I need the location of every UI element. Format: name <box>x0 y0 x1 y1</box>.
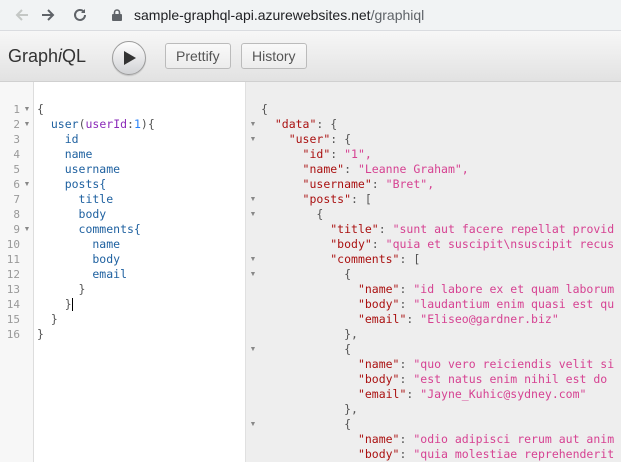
fold-arrow-icon[interactable]: ▼ <box>249 132 257 147</box>
result-line: "name": "id labore ex et quam laborum <box>357 282 615 296</box>
line-number-gutter: 1 2 3 4 5 6 7 8 9 10 11 12 13 14 15 16 ▼… <box>0 82 34 462</box>
url-host: sample-graphql-api.azurewebsites.net <box>134 7 371 23</box>
line-number: 7 <box>13 193 20 206</box>
result-line: "body": "laudantium enim quasi est qu <box>357 297 615 311</box>
query-line: name <box>37 237 121 251</box>
line-number: 5 <box>13 163 20 176</box>
text-cursor <box>72 298 73 311</box>
graphiql-logo: GraphiQL <box>8 46 86 67</box>
line-number: 1 <box>13 103 20 116</box>
line-number: 2 <box>13 118 20 131</box>
query-line: user(userId:1){ <box>50 117 155 131</box>
fold-arrow-icon[interactable]: ▼ <box>23 102 31 117</box>
query-line: title <box>37 192 114 206</box>
result-line: { <box>261 342 352 356</box>
line-number: 11 <box>6 253 20 266</box>
result-line: "name": "quo vero reiciendis velit si <box>357 357 615 371</box>
result-line: "username": "Bret", <box>302 177 435 191</box>
result-line: "posts": [ <box>302 192 372 206</box>
fold-arrow-icon[interactable]: ▼ <box>23 222 31 237</box>
line-number: 12 <box>6 268 20 281</box>
graphiql-toolbar: GraphiQL Prettify History <box>0 31 621 82</box>
result-line: "name": "odio adipisci rerum aut anim <box>357 432 615 446</box>
result-line: { <box>261 417 352 431</box>
line-number: 16 <box>6 328 20 341</box>
result-line: "name": "Leanne Graham", <box>302 162 469 176</box>
result-line: "title": "sunt aut facere repellat provi… <box>330 222 615 236</box>
query-line: id <box>37 132 79 146</box>
play-icon <box>124 51 136 65</box>
result-line: "comments": [ <box>330 252 421 266</box>
query-line: username <box>37 162 121 176</box>
url-text: sample-graphql-api.azurewebsites.net/gra… <box>134 7 424 23</box>
query-line: name <box>37 147 93 161</box>
line-number: 9 <box>13 223 20 236</box>
result-line: "body": "quia molestiae reprehenderit <box>357 447 615 461</box>
fold-arrow-icon[interactable]: ▼ <box>23 117 31 132</box>
fold-arrow-icon[interactable]: ▼ <box>249 267 257 282</box>
query-line: } <box>37 312 58 326</box>
logo-prefix: Graph <box>8 46 59 66</box>
line-number: 15 <box>6 313 20 326</box>
result-line: { <box>261 102 268 116</box>
reload-icon[interactable] <box>68 0 92 30</box>
line-number: 3 <box>13 133 20 146</box>
fold-arrow-icon[interactable]: ▼ <box>249 207 257 222</box>
fold-arrow-icon[interactable]: ▼ <box>249 417 257 432</box>
fold-arrow-icon[interactable]: ▼ <box>249 342 257 357</box>
query-line: body <box>37 207 107 221</box>
line-number: 8 <box>13 208 20 221</box>
result-line: { <box>261 207 324 221</box>
address-bar[interactable]: sample-graphql-api.azurewebsites.net/gra… <box>112 3 621 27</box>
history-button[interactable]: History <box>241 43 307 69</box>
query-line: } <box>37 282 86 296</box>
query-line: { <box>37 102 44 116</box>
back-icon[interactable] <box>10 0 34 30</box>
result-line: "body": "quia et suscipit\nsuscipit recu… <box>330 237 615 251</box>
query-line: posts{ <box>37 177 107 191</box>
line-number: 6 <box>13 178 20 191</box>
fold-arrow-icon[interactable]: ▼ <box>249 117 257 132</box>
result-line: "user": { <box>288 132 352 146</box>
browser-toolbar: sample-graphql-api.azurewebsites.net/gra… <box>0 0 621 31</box>
execute-query-button[interactable] <box>112 41 146 75</box>
fold-arrow-icon[interactable]: ▼ <box>249 192 257 207</box>
result-line: "id": "1", <box>302 147 372 161</box>
result-line: }, <box>261 402 358 416</box>
result-line: "email": "Jayne_Kuhic@sydney.com" <box>357 387 587 401</box>
fold-arrow-icon[interactable]: ▼ <box>249 252 257 267</box>
fold-arrow-icon[interactable]: ▼ <box>23 177 31 192</box>
logo-suffix: QL <box>62 46 87 66</box>
line-number: 10 <box>6 238 20 251</box>
query-editor[interactable]: 1 2 3 4 5 6 7 8 9 10 11 12 13 14 15 16 ▼… <box>0 82 246 462</box>
line-number: 14 <box>6 298 20 311</box>
result-line: "email": "Eliseo@gardner.biz" <box>357 312 559 326</box>
result-viewer[interactable]: ▼ ▼ ▼ ▼ ▼ ▼ ▼ ▼ { "data": { "user": { "i… <box>246 82 621 462</box>
result-line: { <box>261 267 352 281</box>
prettify-button[interactable]: Prettify <box>165 43 231 69</box>
lock-icon <box>112 3 126 27</box>
line-number: 4 <box>13 148 20 161</box>
url-path: /graphiql <box>370 7 425 23</box>
result-line: "data": { <box>274 117 338 131</box>
query-line: } <box>37 297 72 311</box>
line-number: 13 <box>6 283 20 296</box>
result-line: }, <box>261 327 358 341</box>
result-line: "body": "est natus enim nihil est do <box>357 372 608 386</box>
query-line: body <box>37 252 121 266</box>
query-line: comments{ <box>37 222 141 236</box>
query-line: } <box>37 327 44 341</box>
forward-icon[interactable] <box>36 0 60 30</box>
query-line: email <box>37 267 128 281</box>
